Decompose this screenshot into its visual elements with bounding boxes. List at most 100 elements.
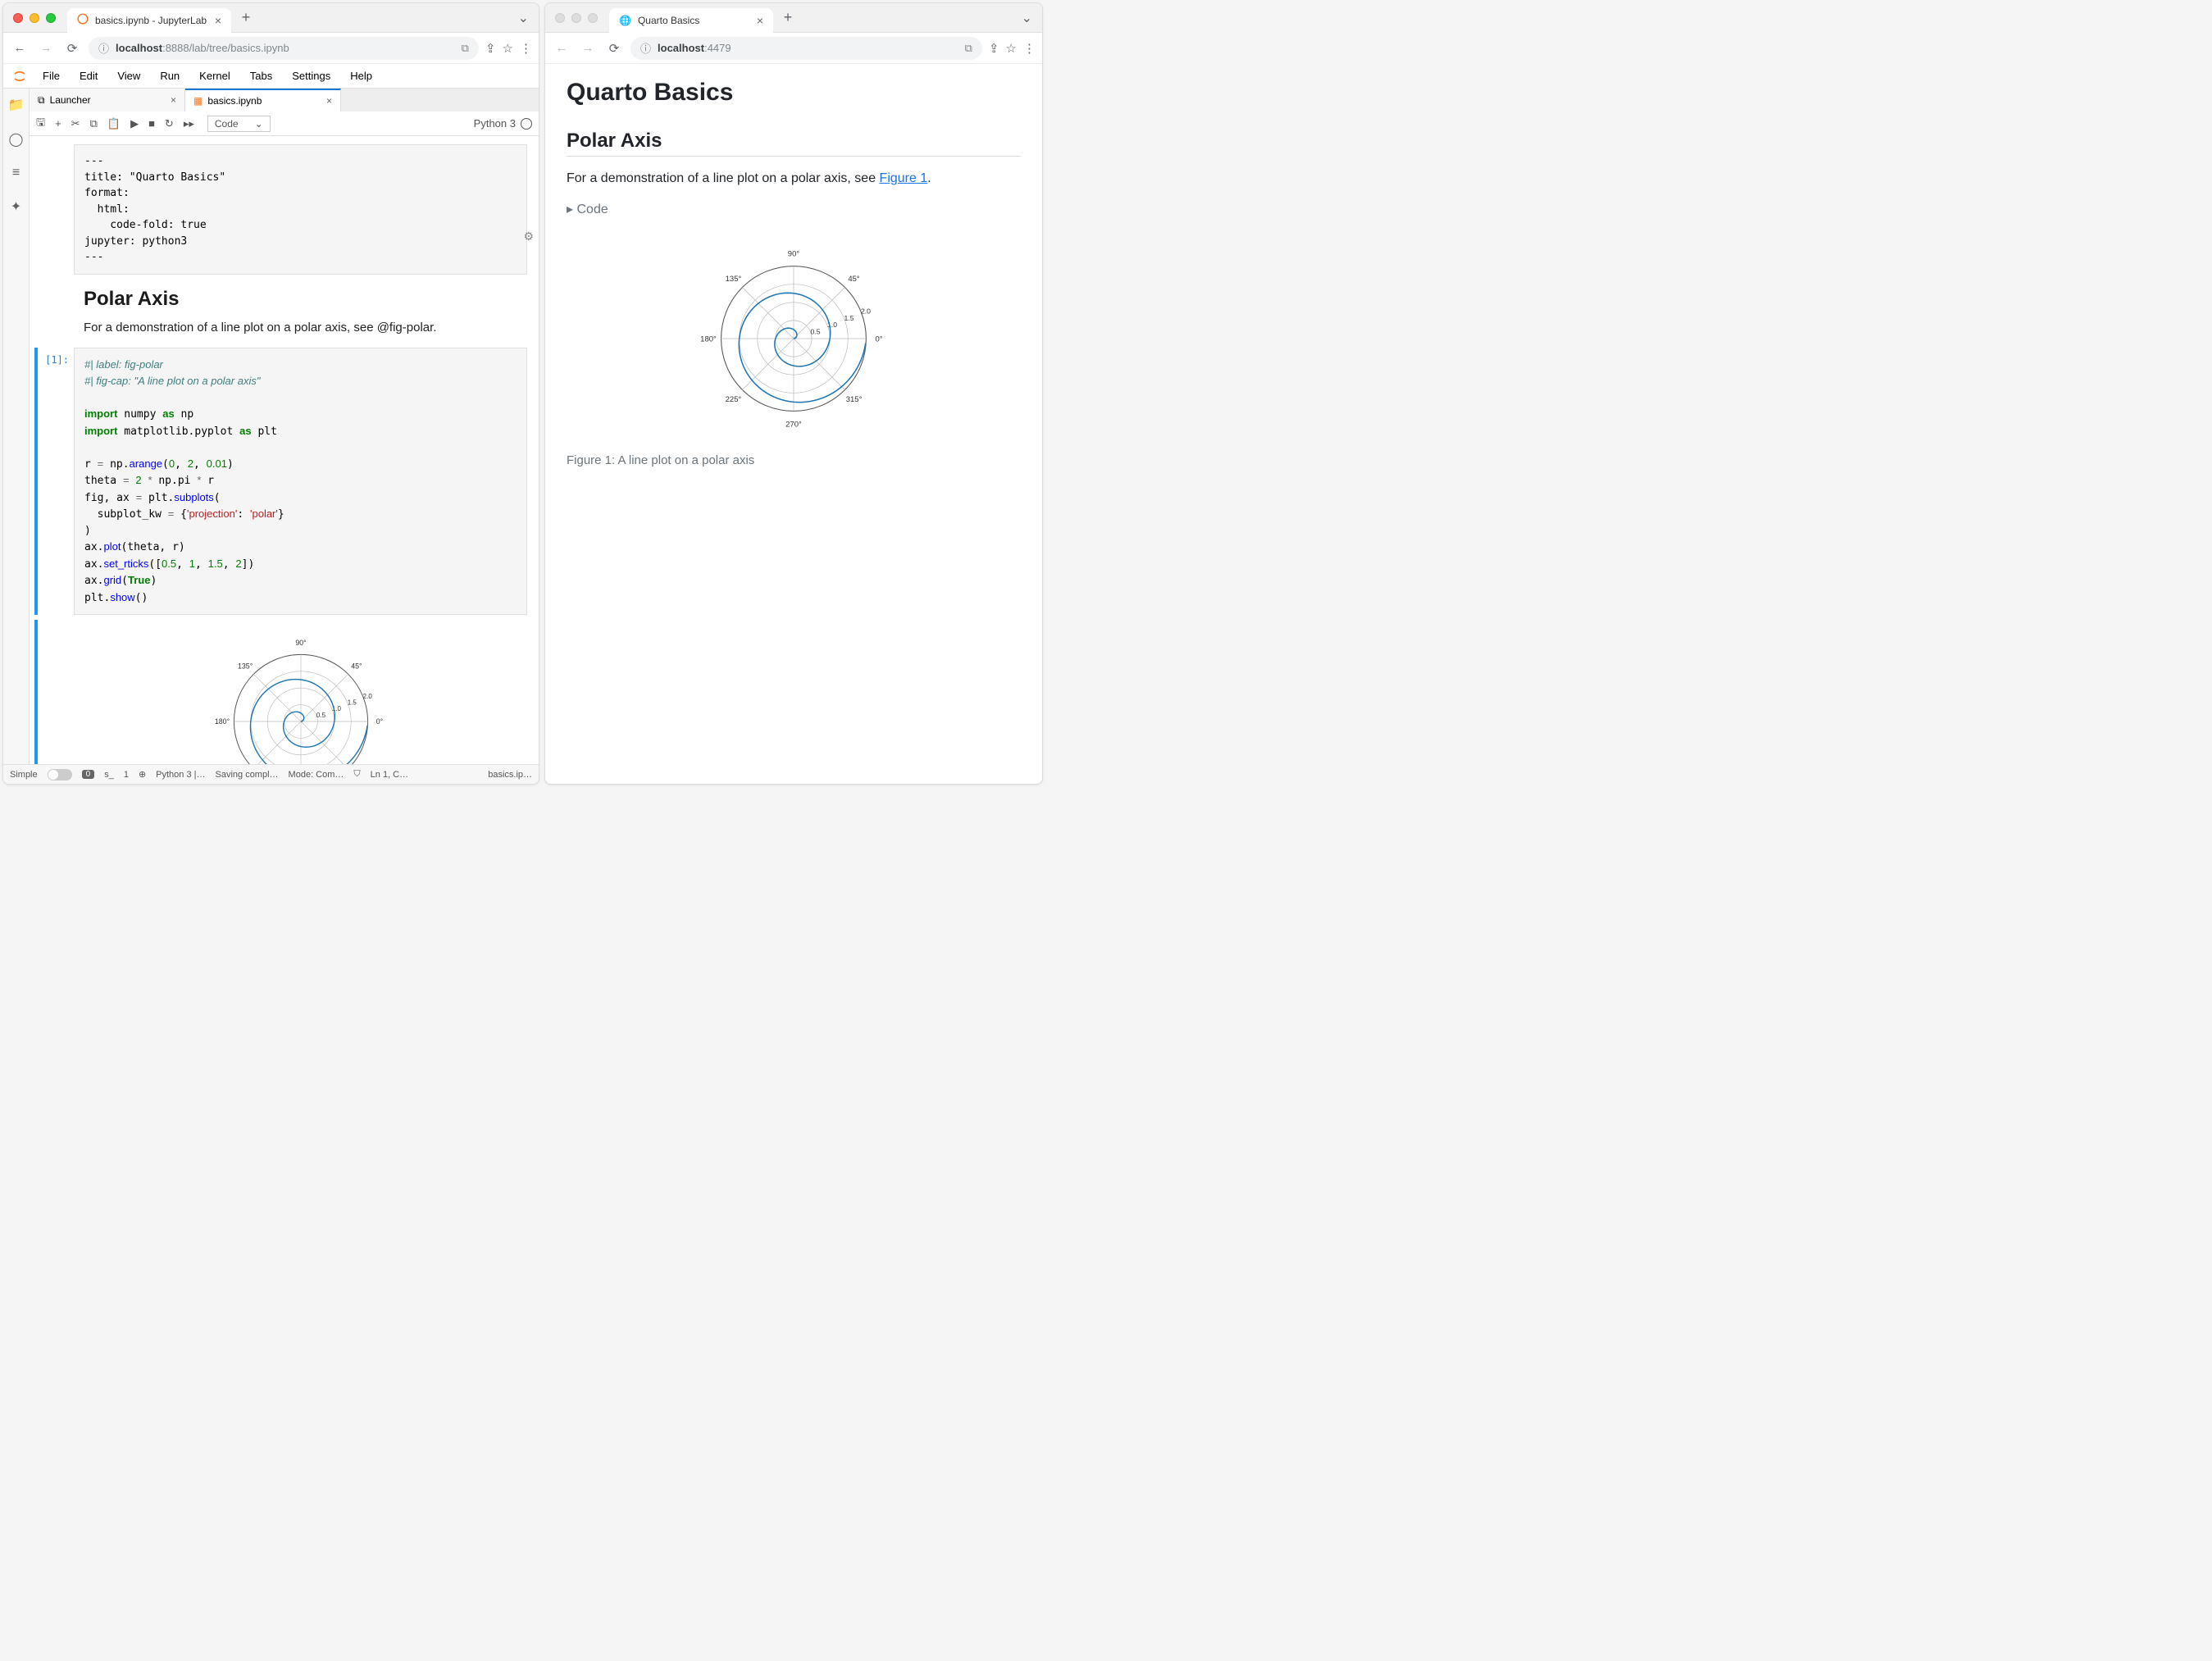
cut-icon[interactable]: ✂ [71, 117, 80, 130]
url-input[interactable]: ⓘ localhost:8888/lab/tree/basics.ipynb ⧉ [89, 37, 479, 60]
svg-text:0.5: 0.5 [316, 712, 325, 719]
markdown-cell[interactable]: Polar Axis For a demonstration of a line… [34, 280, 527, 343]
svg-text:0°: 0° [375, 717, 382, 726]
svg-text:90°: 90° [788, 249, 800, 258]
copy-icon[interactable]: ⧉ [90, 117, 98, 130]
address-bar-left: ← → ⟳ ⓘ localhost:8888/lab/tree/basics.i… [3, 33, 539, 64]
restart-icon[interactable]: ↻ [165, 117, 174, 130]
svg-text:0°: 0° [875, 334, 882, 344]
new-tab-button[interactable]: + [234, 9, 257, 26]
browser-tab-active[interactable]: basics.ipynb - JupyterLab × [67, 8, 231, 33]
menu-edit[interactable]: Edit [71, 66, 106, 85]
cell-prompt: [1]: [38, 348, 74, 616]
browser-tab-active[interactable]: 🌐 Quarto Basics × [609, 8, 773, 33]
debugger-gear-icon[interactable]: ⚙ [523, 230, 534, 243]
bookmark-icon[interactable]: ☆ [1006, 41, 1017, 56]
save-icon[interactable]: 🖫 [36, 115, 45, 133]
output-cell: 0°45°90°135°180°225°270°315°0.51.01.52.0 [34, 620, 527, 764]
maximize-window-button[interactable] [588, 13, 598, 23]
kernel-indicator-icon[interactable] [521, 118, 532, 130]
close-window-button[interactable] [555, 13, 565, 23]
back-button[interactable]: ← [10, 41, 30, 55]
status-mode: Mode: Com… [289, 770, 344, 780]
notebook-tab[interactable]: ▦ basics.ipynb × [185, 89, 341, 111]
window-chrome-right: 🌐 Quarto Basics × + ⌄ [545, 3, 1042, 33]
forward-button[interactable]: → [36, 41, 56, 55]
url-host: localhost [116, 42, 162, 54]
window-chrome-left: basics.ipynb - JupyterLab × + ⌄ [3, 3, 539, 33]
trusted-icon[interactable]: ⛉ [353, 769, 360, 780]
folder-icon[interactable]: 📁 [8, 97, 25, 113]
status-kernel[interactable]: Python 3 |… [156, 770, 205, 780]
figure-caption: Figure 1: A line plot on a polar axis [567, 453, 1021, 467]
svg-text:1.5: 1.5 [844, 314, 853, 322]
status-ln: Ln 1, C… [371, 770, 408, 780]
code-cell-content[interactable]: #| label: fig-polar #| fig-cap: "A line … [74, 348, 527, 616]
notebook-toolbar: 🖫 + ✂ ⧉ 📋 ▶ ■ ↻ ▸▸ Code⌄ Python 3 [30, 111, 539, 136]
menu-view[interactable]: View [109, 66, 148, 85]
close-tab-icon[interactable]: × [215, 14, 221, 27]
kernel-name[interactable]: Python 3 [474, 117, 516, 130]
open-external-icon[interactable]: ⧉ [965, 42, 972, 55]
raw-cell[interactable]: --- title: "Quarto Basics" format: html:… [34, 144, 527, 275]
notebook-tab-label: basics.ipynb [207, 95, 262, 107]
close-icon[interactable]: × [171, 94, 176, 106]
close-tab-icon[interactable]: × [757, 14, 763, 27]
tab-title: Quarto Basics [638, 15, 699, 26]
browser-menu-icon[interactable]: ⋮ [1023, 41, 1035, 56]
svg-text:180°: 180° [700, 334, 717, 344]
close-icon[interactable]: × [326, 95, 332, 107]
code-cell[interactable]: [1]: #| label: fig-polar #| fig-cap: "A … [34, 348, 527, 616]
raw-cell-content[interactable]: --- title: "Quarto Basics" format: html:… [74, 144, 527, 275]
svg-text:135°: 135° [238, 662, 253, 670]
cell-type-select[interactable]: Code⌄ [207, 116, 271, 132]
bookmark-icon[interactable]: ☆ [503, 41, 513, 56]
launcher-tab[interactable]: ⧉ Launcher × [30, 89, 185, 111]
menu-kernel[interactable]: Kernel [191, 66, 239, 85]
reload-button[interactable]: ⟳ [62, 41, 82, 56]
menu-help[interactable]: Help [342, 66, 380, 85]
running-icon[interactable]: ◯ [9, 131, 24, 148]
forward-button[interactable]: → [578, 41, 598, 55]
menu-tabs[interactable]: Tabs [242, 66, 280, 85]
minimize-window-button[interactable] [30, 13, 39, 23]
run-all-icon[interactable]: ▸▸ [184, 117, 194, 130]
share-icon[interactable]: ⇪ [989, 41, 999, 56]
new-tab-button[interactable]: + [776, 9, 799, 26]
menu-run[interactable]: Run [152, 66, 188, 85]
svg-text:2.0: 2.0 [362, 693, 372, 700]
browser-menu-icon[interactable]: ⋮ [520, 41, 532, 56]
menu-settings[interactable]: Settings [284, 66, 339, 85]
run-icon[interactable]: ▶ [130, 117, 139, 130]
jupyter-menubar: File Edit View Run Kernel Tabs Settings … [3, 64, 539, 89]
notebook-body: --- title: "Quarto Basics" format: html:… [30, 136, 539, 764]
tab-overflow-icon[interactable]: ⌄ [518, 10, 529, 26]
quarto-heading: Polar Axis [567, 130, 1021, 152]
code-fold-toggle[interactable]: ▸ Code [567, 201, 1021, 217]
extensions-icon[interactable]: ✦ [11, 198, 21, 215]
paste-icon[interactable]: 📋 [107, 117, 121, 130]
svg-text:1.5: 1.5 [347, 699, 357, 706]
terminal-icon[interactable]: s_ [104, 770, 114, 780]
url-input[interactable]: ⓘ localhost:4479 ⧉ [630, 37, 982, 60]
tab-overflow-icon[interactable]: ⌄ [1022, 10, 1032, 26]
launcher-icon: ⧉ [38, 94, 45, 107]
menu-file[interactable]: File [34, 66, 68, 85]
share-icon[interactable]: ⇪ [485, 41, 496, 56]
jupyter-logo-icon[interactable] [8, 68, 31, 84]
simple-mode-toggle[interactable] [48, 769, 72, 780]
maximize-window-button[interactable] [46, 13, 56, 23]
reload-button[interactable]: ⟳ [604, 41, 624, 56]
status-badge-0: 0 [82, 770, 95, 779]
toc-icon[interactable]: ≡ [12, 166, 20, 180]
back-button[interactable]: ← [552, 41, 571, 55]
quarto-document: Quarto Basics Polar Axis For a demonstra… [545, 64, 1042, 784]
figure-link[interactable]: Figure 1 [880, 171, 928, 185]
minimize-window-button[interactable] [571, 13, 581, 23]
open-external-icon[interactable]: ⧉ [462, 42, 469, 55]
stop-icon[interactable]: ■ [148, 117, 155, 130]
launcher-tab-label: Launcher [50, 94, 91, 106]
close-window-button[interactable] [13, 13, 23, 23]
markdown-paragraph: For a demonstration of a line plot on a … [84, 321, 517, 334]
add-cell-icon[interactable]: + [55, 117, 61, 130]
